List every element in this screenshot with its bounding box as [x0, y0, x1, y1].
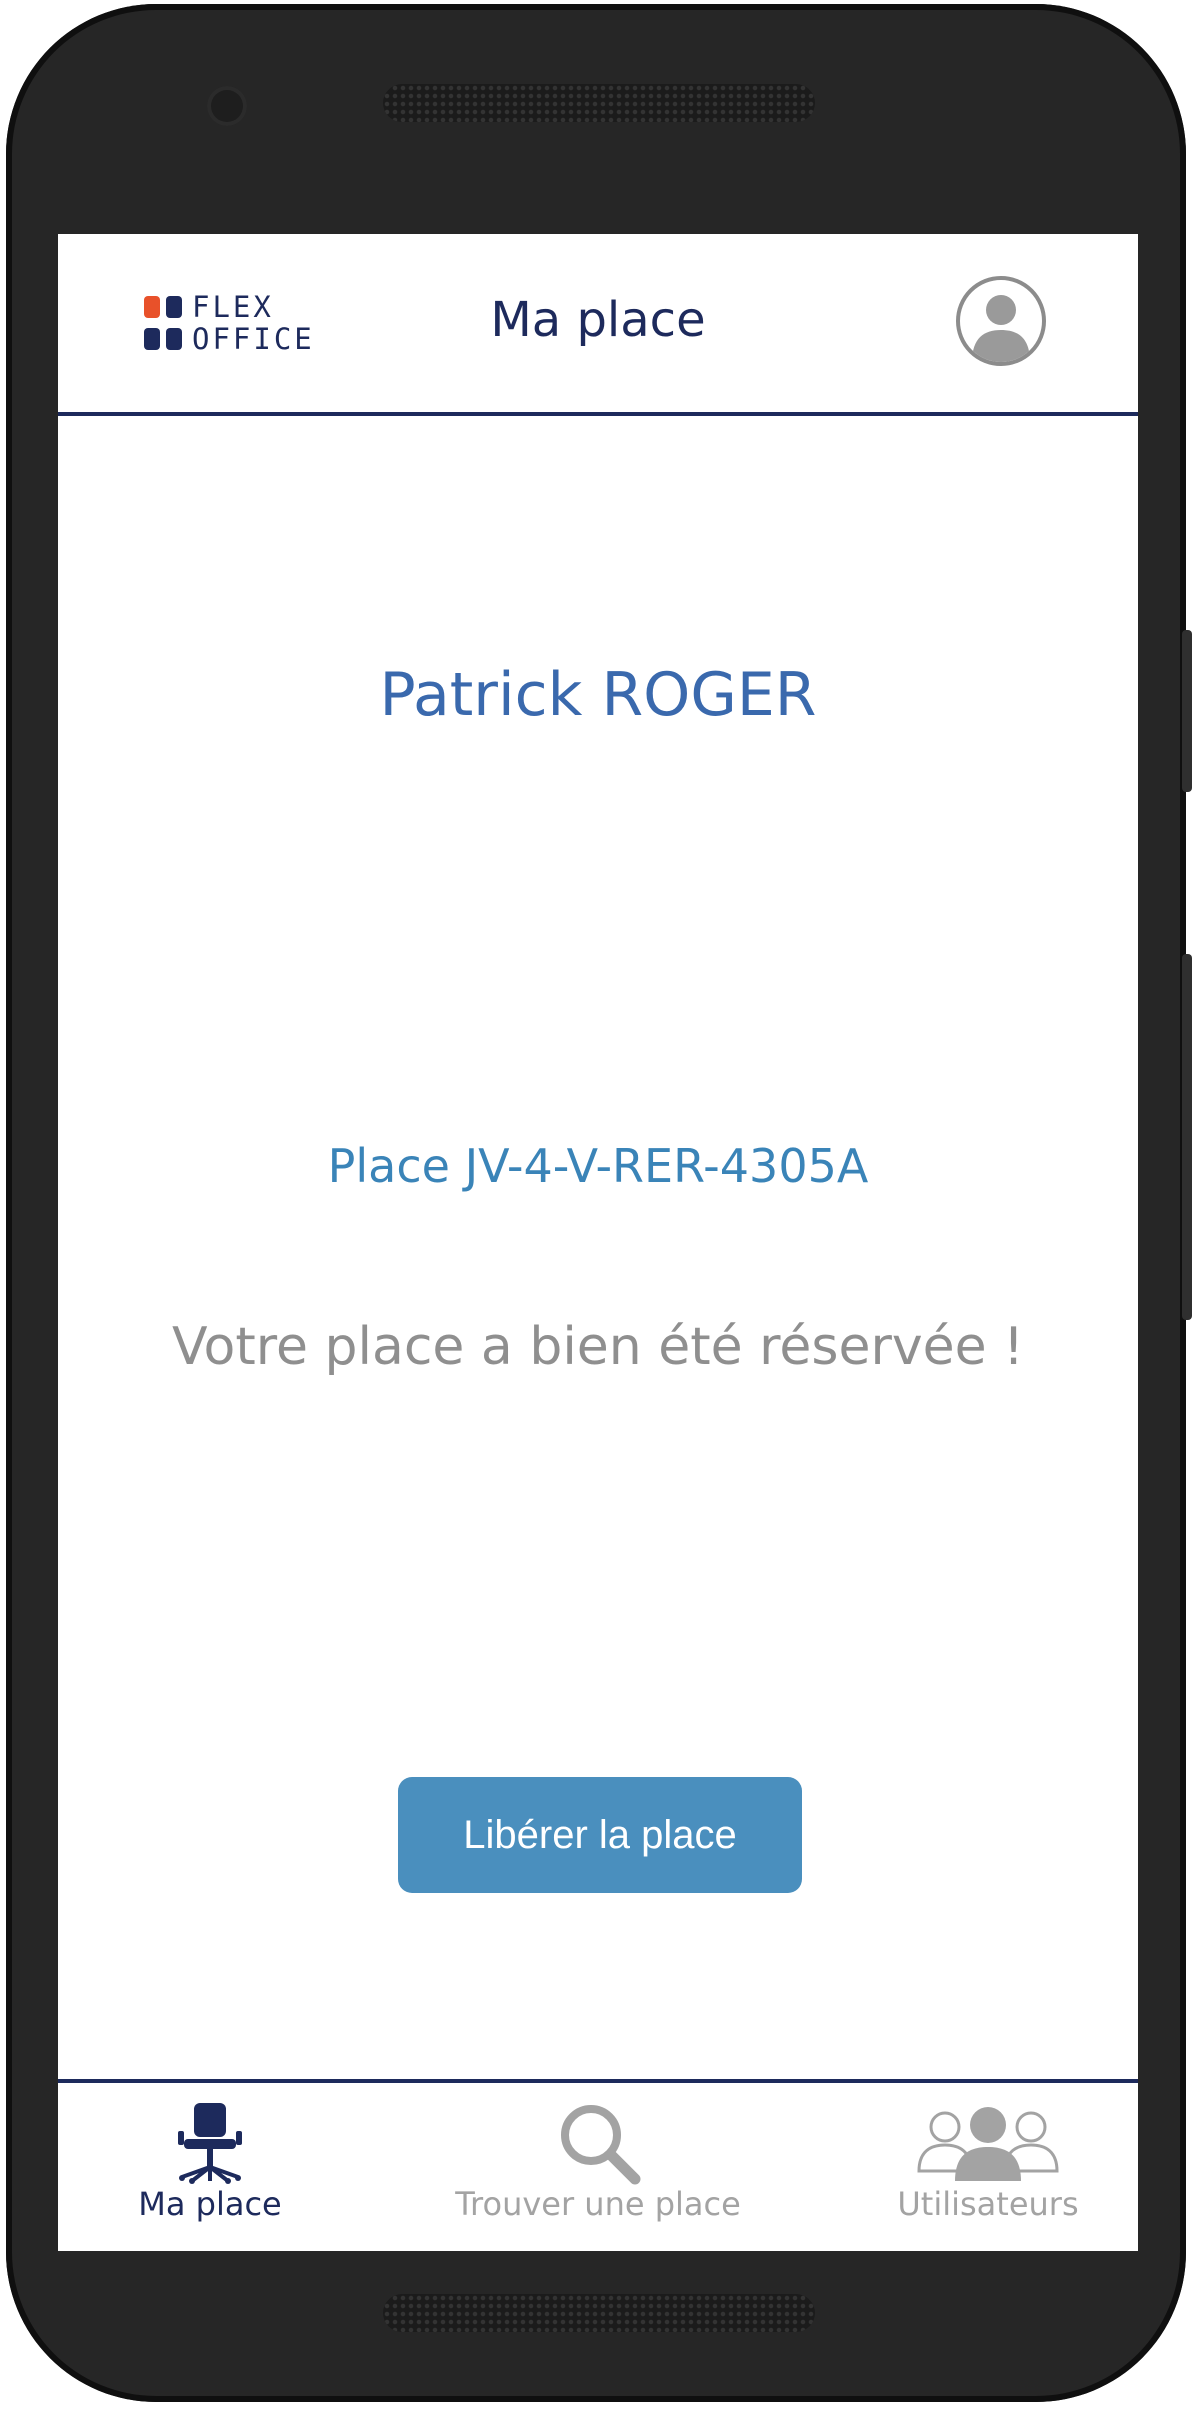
app-header: FLEX OFFICE Ma place	[58, 234, 1138, 416]
bottom-navigation: Ma place Trouver une place Utilisateurs	[58, 2079, 1138, 2251]
nav-item-ma-place[interactable]: Ma place	[110, 2083, 310, 2251]
nav-item-utilisateurs[interactable]: Utilisateurs	[878, 2083, 1098, 2251]
nav-label-utilisateurs: Utilisateurs	[897, 2185, 1079, 2223]
user-name: Patrick ROGER	[379, 660, 817, 730]
nav-item-trouver-une-place[interactable]: Trouver une place	[438, 2083, 758, 2251]
search-icon	[561, 2105, 641, 2185]
volume-button	[1182, 954, 1192, 1320]
reservation-status-message: Votre place a bien été réservée !	[172, 1317, 1024, 1377]
bottom-speaker	[383, 2294, 815, 2332]
users-icon	[917, 2107, 1059, 2181]
power-button	[1182, 630, 1192, 792]
office-chair-icon	[178, 2103, 242, 2184]
release-place-button[interactable]: Libérer la place	[398, 1777, 802, 1893]
phone-frame: FLEX OFFICE Ma place Patrick ROGER Place…	[6, 4, 1192, 2402]
top-speaker	[383, 84, 815, 122]
nav-label-trouver-une-place: Trouver une place	[455, 2185, 741, 2223]
user-avatar-icon[interactable]	[956, 276, 1046, 366]
nav-label-ma-place: Ma place	[138, 2185, 282, 2223]
place-label: Place JV-4-V-RER-4305A	[327, 1139, 869, 1193]
app-screen: FLEX OFFICE Ma place Patrick ROGER Place…	[58, 234, 1138, 2251]
person-silhouette-icon	[972, 295, 1030, 362]
front-camera	[207, 86, 247, 126]
